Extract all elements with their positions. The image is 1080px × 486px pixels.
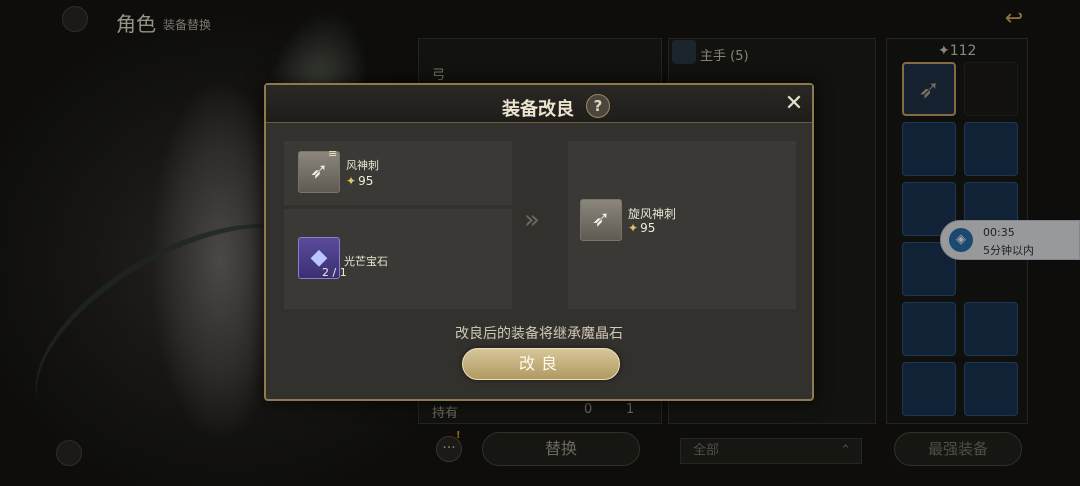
- bow-icon: ➶: [591, 207, 611, 232]
- improve-dialog: 装备改良 ? ✕ ➶ ≡ 风神刺 ✦ 95 ◆ 2 / 1 光芒宝石 » ➶ 旋风…: [264, 83, 814, 401]
- improve-button[interactable]: 改良: [462, 348, 620, 380]
- arrow-icon: »: [524, 205, 540, 235]
- upgrade-mark: ≡: [328, 147, 338, 160]
- star-icon: ✦: [628, 221, 639, 235]
- dialog-title: 装备改良: [502, 99, 574, 120]
- result-item-name: 旋风神刺: [628, 207, 677, 221]
- result-item-icon[interactable]: ➶: [580, 199, 622, 241]
- close-icon[interactable]: ✕: [782, 92, 806, 116]
- result-item-level: ✦ 95: [628, 221, 656, 235]
- material-name: 光芒宝石: [344, 255, 388, 268]
- star-icon: ✦: [346, 174, 357, 188]
- material-count: 2 / 1: [322, 266, 347, 279]
- source-item-name: 风神刺: [346, 159, 379, 172]
- improve-notice: 改良后的装备将继承魔晶石: [455, 326, 623, 342]
- help-icon[interactable]: ?: [586, 94, 610, 118]
- source-item-level: ✦ 95: [346, 174, 374, 188]
- dialog-header: 装备改良 ? ✕: [266, 85, 812, 123]
